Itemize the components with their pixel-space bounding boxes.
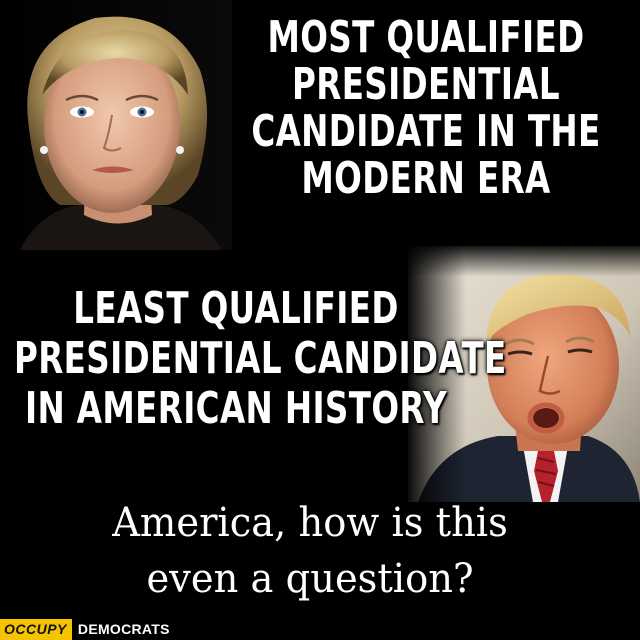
caption-least-qualified: LEAST QUALIFIED PRESIDENTIAL CANDIDATE I…: [14, 283, 507, 434]
question-line: even a question?: [146, 556, 474, 602]
caption-line: PRESIDENTIAL CANDIDATE: [14, 333, 507, 384]
occupy-democrats-logo: OCCUPY DEMOCRATS: [0, 619, 176, 640]
caption-line: CANDIDATE IN THE: [251, 106, 601, 157]
caption-line: LEAST QUALIFIED: [73, 283, 399, 334]
caption-line: IN AMERICAN HISTORY: [24, 383, 448, 434]
portrait-woman: [0, 0, 232, 250]
question-line: America, how is this: [112, 500, 508, 546]
caption-line: MODERN ERA: [301, 153, 551, 204]
question-text: America, how is this even a question?: [12, 495, 607, 607]
logo-democrats-text: DEMOCRATS: [77, 621, 170, 637]
caption-line: MOST QUALIFIED: [267, 12, 585, 63]
logo-occupy-text: OCCUPY: [0, 619, 72, 640]
caption-line: PRESIDENTIAL: [292, 59, 560, 110]
meme-image: MOST QUALIFIED PRESIDENTIAL CANDIDATE IN…: [0, 0, 640, 640]
caption-most-qualified: MOST QUALIFIED PRESIDENTIAL CANDIDATE IN…: [234, 14, 619, 202]
